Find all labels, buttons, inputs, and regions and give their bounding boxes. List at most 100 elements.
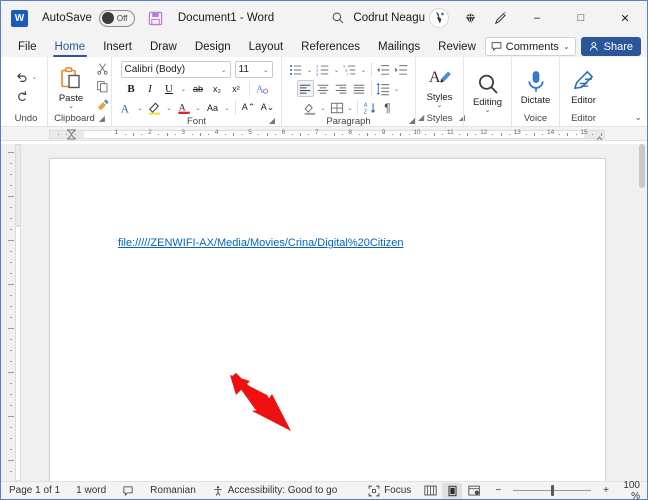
- vertical-scrollbar[interactable]: [637, 144, 647, 481]
- numbering-button[interactable]: 123: [315, 61, 332, 78]
- chevron-down-icon[interactable]: ⌄: [136, 104, 144, 112]
- tab-mailings[interactable]: Mailings: [369, 37, 429, 57]
- read-mode-button[interactable]: [420, 483, 440, 499]
- superscript-button[interactable]: x²: [228, 80, 245, 97]
- zoom-slider-thumb[interactable]: [550, 485, 554, 496]
- align-right-button[interactable]: [333, 80, 350, 97]
- zoom-level[interactable]: 100 %: [613, 480, 647, 500]
- undo-button[interactable]: [14, 69, 31, 86]
- tab-draw[interactable]: Draw: [141, 37, 186, 57]
- chevron-down-icon[interactable]: ⌄: [360, 66, 368, 74]
- grow-font-button[interactable]: A⌃: [240, 99, 257, 116]
- chevron-down-icon[interactable]: ⌄: [306, 66, 314, 74]
- tab-file[interactable]: File: [9, 37, 46, 57]
- comments-button[interactable]: Comments ⌄: [484, 37, 576, 56]
- document-page[interactable]: file://///ZENWIFI-AX/Media/Movies/Crina/…: [49, 158, 606, 491]
- show-formatting-marks-button[interactable]: ¶: [379, 99, 396, 116]
- shrink-font-button[interactable]: A⌄: [259, 99, 276, 116]
- increase-indent-button[interactable]: [393, 61, 410, 78]
- styles-button[interactable]: A Styles ⌄: [417, 64, 463, 109]
- format-painter-button[interactable]: [94, 96, 111, 113]
- scrollbar-thumb[interactable]: [639, 144, 645, 188]
- chevron-down-icon[interactable]: ⌄: [194, 104, 202, 112]
- ruler-right-indent-marker[interactable]: [595, 131, 604, 140]
- pen-icon[interactable]: [485, 3, 515, 33]
- accessibility-status[interactable]: Accessibility: Good to go: [204, 485, 346, 497]
- subscript-button[interactable]: x₂: [209, 80, 226, 97]
- text-effects-and-typography-button[interactable]: A: [117, 99, 134, 116]
- minimize-button[interactable]: –: [515, 1, 559, 35]
- font-color-button[interactable]: A: [175, 99, 192, 116]
- styles-dropdown-icon[interactable]: ⌄: [437, 102, 443, 109]
- chevron-down-icon[interactable]: ⌄: [165, 104, 173, 112]
- editing-button[interactable]: Editing ⌄: [465, 70, 511, 114]
- diamond-icon[interactable]: [455, 3, 485, 33]
- horizontal-ruler[interactable]: 1 2 3 4 5 6 7 8 9 10 11 12 13 14 15: [1, 127, 647, 141]
- bold-button[interactable]: B: [123, 80, 140, 97]
- cut-button[interactable]: [94, 60, 111, 77]
- page-info[interactable]: Page 1 of 1: [1, 485, 68, 496]
- language-indicator[interactable]: Romanian: [142, 485, 204, 496]
- tab-design[interactable]: Design: [186, 37, 240, 57]
- chevron-down-icon[interactable]: ⌄: [319, 104, 327, 112]
- paste-dropdown-icon[interactable]: ⌄: [68, 103, 74, 110]
- autosave-toggle[interactable]: Off: [98, 9, 135, 27]
- decrease-indent-button[interactable]: [375, 61, 392, 78]
- maximize-button[interactable]: □: [559, 1, 603, 35]
- bullets-button[interactable]: [288, 61, 305, 78]
- editing-dropdown-icon[interactable]: ⌄: [485, 107, 491, 114]
- font-dialog-launcher-icon[interactable]: ◢: [269, 116, 275, 125]
- chevron-down-icon[interactable]: ⌄: [393, 85, 401, 93]
- shading-button[interactable]: [301, 99, 318, 116]
- strikethrough-button[interactable]: ab: [190, 80, 207, 97]
- tab-layout[interactable]: Layout: [240, 37, 293, 57]
- italic-button[interactable]: I: [142, 80, 159, 97]
- copy-button[interactable]: [94, 78, 111, 95]
- editor-button[interactable]: Editor: [561, 67, 607, 106]
- chevron-down-icon[interactable]: ⌄: [333, 66, 341, 74]
- ruler-indent-markers[interactable]: [66, 128, 77, 140]
- styles-gallery-launcher-icon[interactable]: ◢: [418, 113, 424, 122]
- user-name[interactable]: Codrut Neagu: [353, 12, 425, 24]
- word-count[interactable]: 1 word: [68, 485, 114, 496]
- proofing-icon[interactable]: [114, 485, 142, 497]
- zoom-slider[interactable]: [513, 485, 592, 496]
- underline-button[interactable]: U: [161, 80, 178, 97]
- tab-insert[interactable]: Insert: [94, 37, 141, 57]
- zoom-in-button[interactable]: +: [597, 485, 613, 496]
- change-case-button[interactable]: Aa: [204, 99, 221, 116]
- align-left-button[interactable]: [296, 80, 314, 97]
- dictate-button[interactable]: Dictate: [513, 67, 559, 106]
- tab-review[interactable]: Review: [429, 37, 485, 57]
- zoom-out-button[interactable]: −: [485, 485, 507, 496]
- font-name-input[interactable]: Calibri (Body) ⌄: [120, 61, 231, 78]
- redo-button[interactable]: [13, 88, 30, 105]
- print-layout-button[interactable]: [442, 482, 463, 499]
- borders-button[interactable]: [328, 99, 345, 116]
- text-effects-button[interactable]: A: [254, 80, 271, 97]
- text-highlight-color-button[interactable]: [146, 99, 163, 116]
- vertical-ruler[interactable]: [1, 144, 21, 494]
- share-button[interactable]: Share: [580, 37, 641, 56]
- collapse-ribbon-button[interactable]: ⌄: [634, 112, 642, 123]
- justify-button[interactable]: [351, 80, 368, 97]
- underline-dropdown-icon[interactable]: ⌄: [180, 85, 188, 93]
- user-avatar-icon[interactable]: [429, 8, 449, 28]
- multilevel-list-button[interactable]: 1ai: [342, 61, 359, 78]
- paste-button[interactable]: Paste ⌄: [48, 64, 94, 110]
- close-button[interactable]: ✕: [603, 1, 647, 35]
- align-center-button[interactable]: [315, 80, 332, 97]
- search-icon[interactable]: [323, 3, 353, 33]
- document-hyperlink[interactable]: file://///ZENWIFI-AX/Media/Movies/Crina/…: [118, 237, 403, 249]
- chevron-down-icon[interactable]: ⌄: [346, 104, 354, 112]
- font-size-input[interactable]: 11 ⌄: [234, 61, 273, 78]
- tab-references[interactable]: References: [292, 37, 369, 57]
- line-spacing-button[interactable]: [375, 80, 392, 97]
- save-icon[interactable]: [147, 10, 164, 27]
- sort-button[interactable]: AZ: [361, 99, 378, 116]
- web-layout-button[interactable]: [464, 483, 484, 499]
- chevron-down-icon[interactable]: ⌄: [223, 104, 231, 112]
- undo-dropdown-icon[interactable]: ⌄: [31, 73, 39, 81]
- tab-home[interactable]: Home: [46, 37, 95, 57]
- clipboard-dialog-launcher-icon[interactable]: ◢: [99, 114, 105, 123]
